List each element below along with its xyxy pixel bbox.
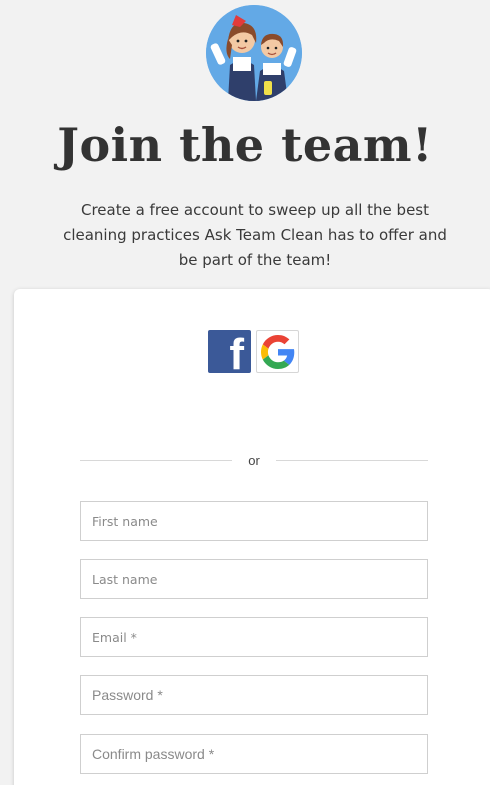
team-clean-mascots-icon: [206, 5, 302, 101]
last-name-input[interactable]: [81, 560, 427, 598]
or-divider: or: [80, 453, 428, 468]
password-input[interactable]: [81, 676, 427, 714]
divider-line-right: [275, 460, 428, 461]
confirm-password-field: [80, 734, 428, 774]
social-login-buttons: f: [208, 330, 299, 377]
signup-card: f or: [14, 289, 490, 785]
divider-label: or: [248, 453, 260, 468]
email-input[interactable]: [81, 618, 427, 656]
signup-page: Join the team! Create a free account to …: [0, 0, 490, 785]
first-name-input[interactable]: [81, 502, 427, 540]
confirm-password-input[interactable]: [81, 735, 427, 773]
last-name-field: [80, 559, 428, 599]
facebook-login-button[interactable]: f: [208, 330, 251, 377]
page-subtitle: Create a free account to sweep up all th…: [63, 201, 447, 269]
email-field: [80, 617, 428, 657]
facebook-icon: f: [229, 330, 244, 379]
password-field: [80, 675, 428, 715]
divider-line-left: [80, 460, 233, 461]
google-icon: [260, 334, 294, 369]
page-title: Join the team!: [57, 118, 433, 172]
first-name-field: [80, 501, 428, 541]
google-login-button[interactable]: [256, 330, 299, 373]
